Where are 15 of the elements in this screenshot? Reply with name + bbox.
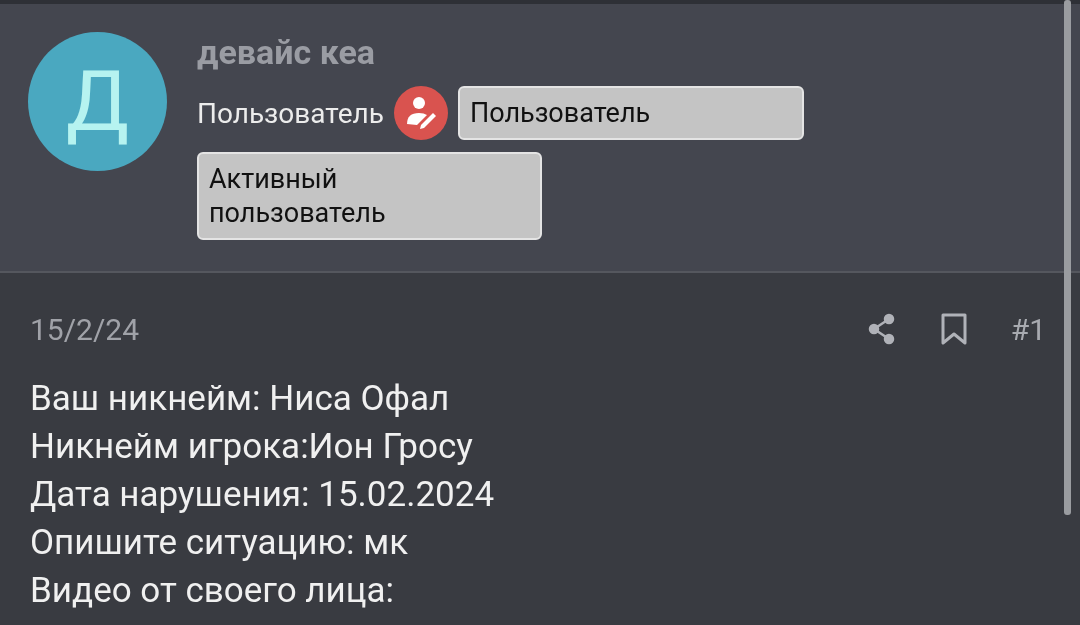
user-role: Пользователь <box>197 96 384 130</box>
role-tag: Активный пользователь <box>197 152 542 240</box>
post-text-line: Дата нарушения: 15.02.2024 <box>30 473 496 517</box>
post-text-line: Опишите ситуацию: мк <box>30 521 410 565</box>
scrollbar[interactable] <box>1064 0 1071 515</box>
user-pencil-icon <box>393 86 448 140</box>
post-text-line: Никнейм игрока:Ион Гросу <box>30 425 474 469</box>
post-date: 15/2/24 <box>30 311 141 347</box>
user-name: девайс кеа <box>197 32 377 72</box>
post-number[interactable]: #1 <box>1010 311 1046 347</box>
avatar: Д <box>28 32 167 171</box>
post-text-line: Ваш никнейм: Ниса Офал <box>30 377 451 421</box>
post-text-line: Видео от своего лица: <box>30 569 395 613</box>
role-tag: Пользователь <box>457 86 804 140</box>
share-icon[interactable] <box>866 312 897 346</box>
